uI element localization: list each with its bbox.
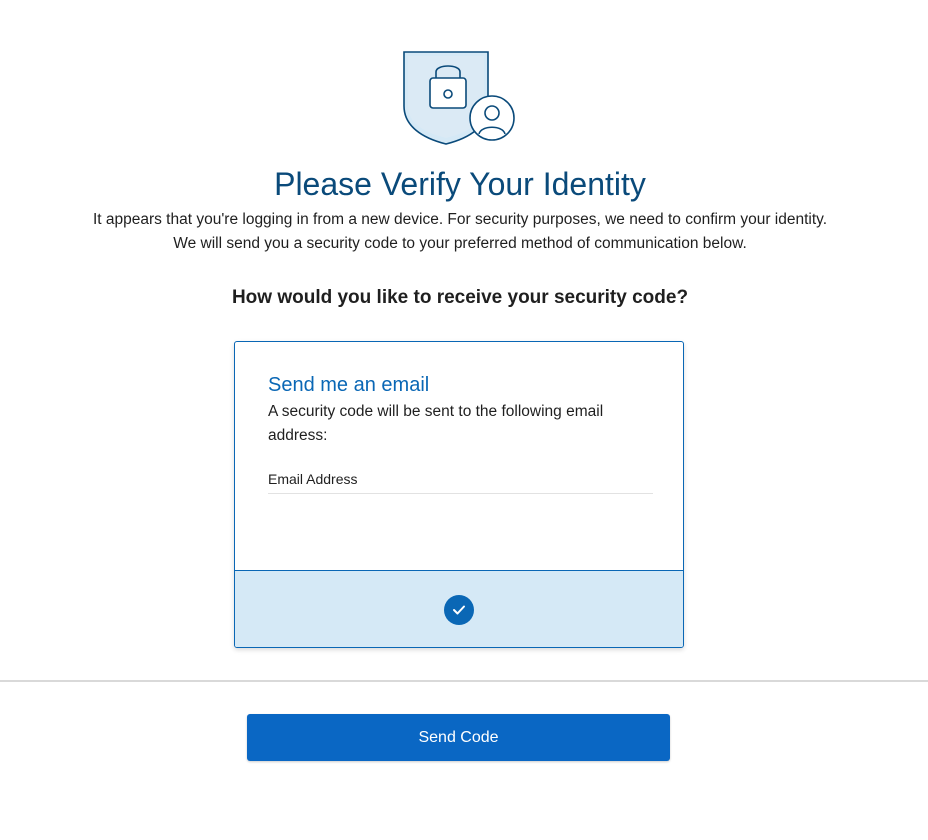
intro-text: It appears that you're logging in from a…	[0, 208, 920, 256]
intro-line-1: It appears that you're logging in from a…	[92, 211, 828, 228]
verify-identity-page: Please Verify Your Identity It appears t…	[0, 0, 928, 840]
shield-lock-user-icon	[403, 51, 515, 145]
check-circle-icon	[444, 595, 474, 625]
email-field-divider	[268, 493, 653, 494]
intro-line-2: We will send you a security code to your…	[173, 235, 747, 252]
option-selected-footer[interactable]	[235, 570, 683, 647]
email-option-body: Send me an email A security code will be…	[235, 342, 683, 570]
email-option-title: Send me an email	[268, 374, 430, 396]
email-address-value	[255, 508, 261, 522]
section-divider	[0, 680, 928, 682]
send-code-button[interactable]: Send Code	[247, 714, 670, 761]
page-title: Please Verify Your Identity	[274, 166, 646, 202]
email-option-description: A security code will be sent to the foll…	[268, 403, 604, 444]
email-option-card[interactable]: Send me an email A security code will be…	[234, 341, 684, 648]
email-address-label: Email Address	[268, 471, 358, 487]
delivery-method-question: How would you like to receive your secur…	[231, 287, 689, 308]
